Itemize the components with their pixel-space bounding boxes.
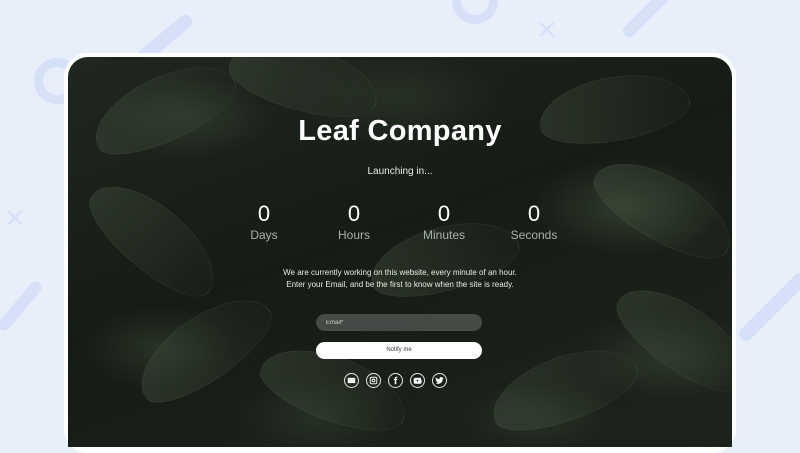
countdown-label: Seconds — [510, 228, 558, 242]
countdown-label: Minutes — [422, 228, 466, 242]
social-links — [344, 373, 447, 388]
info-message: We are currently working on this website… — [68, 267, 732, 291]
decor-bar-right — [736, 270, 800, 344]
notify-button[interactable]: Notify me — [316, 342, 482, 359]
countdown-minutes: 0 Minutes — [394, 201, 494, 243]
page-title: Leaf Company — [298, 115, 502, 147]
countdown-value: 0 — [257, 201, 271, 226]
countdown-value: 0 — [527, 201, 541, 226]
mail-icon[interactable] — [344, 373, 359, 388]
decor-x-left: ✕ — [4, 204, 26, 234]
countdown-seconds: 0 Seconds — [484, 201, 584, 243]
decor-ring-top — [452, 0, 498, 24]
decor-bar-left — [0, 279, 44, 333]
hero-screen: Leaf Company Launching in... 0 Days 0 Ho… — [68, 57, 732, 447]
twitter-icon[interactable] — [432, 373, 447, 388]
coming-soon-content: Leaf Company Launching in... 0 Days 0 Ho… — [68, 57, 732, 447]
countdown-hours: 0 Hours — [304, 201, 404, 243]
instagram-icon[interactable] — [366, 373, 381, 388]
decor-bar-top-right — [620, 0, 672, 40]
facebook-icon[interactable] — [388, 373, 403, 388]
countdown-label: Hours — [337, 228, 370, 242]
youtube-icon[interactable] — [410, 373, 425, 388]
decor-x-top: ✕ — [536, 16, 558, 46]
countdown-value: 0 — [347, 201, 361, 226]
info-message-line: We are currently working on this website… — [283, 268, 517, 277]
launching-text: Launching in... — [367, 166, 433, 177]
info-message-line: Enter your Email, and be the first to kn… — [286, 280, 514, 289]
countdown-days: 0 Days — [214, 201, 314, 243]
countdown-value: 0 — [437, 201, 451, 226]
countdown-label: Days — [250, 228, 278, 242]
email-input[interactable] — [316, 314, 482, 331]
